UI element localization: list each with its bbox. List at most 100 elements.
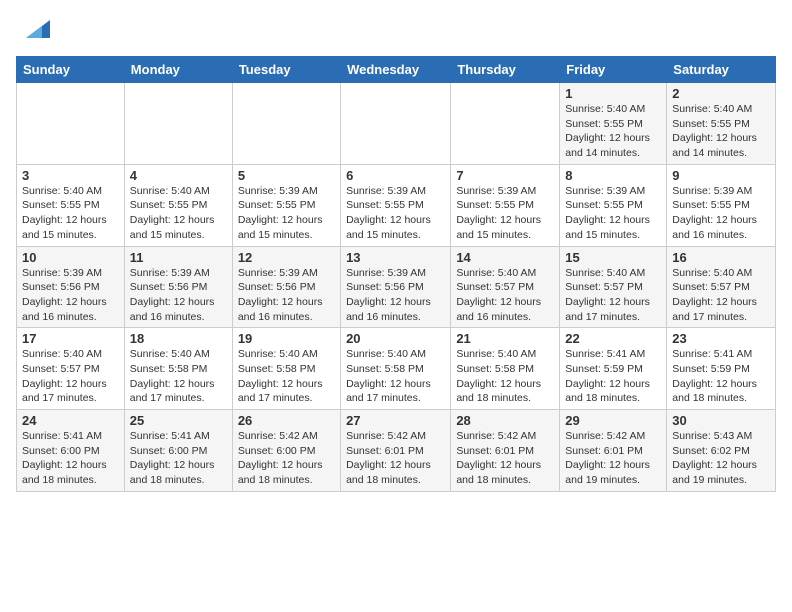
day-number: 29 <box>565 413 661 428</box>
day-cell-1: 1Sunrise: 5:40 AM Sunset: 5:55 PM Daylig… <box>560 83 667 165</box>
weekday-header-wednesday: Wednesday <box>341 57 451 83</box>
day-number: 12 <box>238 250 335 265</box>
day-number: 4 <box>130 168 227 183</box>
weekday-header-saturday: Saturday <box>667 57 776 83</box>
day-info: Sunrise: 5:40 AM Sunset: 5:55 PM Dayligh… <box>22 184 119 243</box>
day-info: Sunrise: 5:39 AM Sunset: 5:56 PM Dayligh… <box>238 266 335 325</box>
day-info: Sunrise: 5:42 AM Sunset: 6:01 PM Dayligh… <box>346 429 445 488</box>
empty-cell <box>451 83 560 165</box>
day-number: 24 <box>22 413 119 428</box>
day-info: Sunrise: 5:40 AM Sunset: 5:58 PM Dayligh… <box>238 347 335 406</box>
day-number: 17 <box>22 331 119 346</box>
day-number: 21 <box>456 331 554 346</box>
header <box>16 16 776 44</box>
empty-cell <box>124 83 232 165</box>
day-number: 11 <box>130 250 227 265</box>
weekday-header-thursday: Thursday <box>451 57 560 83</box>
day-number: 26 <box>238 413 335 428</box>
logo-icon <box>22 16 50 44</box>
empty-cell <box>17 83 125 165</box>
day-cell-29: 29Sunrise: 5:42 AM Sunset: 6:01 PM Dayli… <box>560 410 667 492</box>
day-info: Sunrise: 5:42 AM Sunset: 6:00 PM Dayligh… <box>238 429 335 488</box>
day-info: Sunrise: 5:39 AM Sunset: 5:56 PM Dayligh… <box>130 266 227 325</box>
day-info: Sunrise: 5:40 AM Sunset: 5:55 PM Dayligh… <box>672 102 770 161</box>
day-cell-22: 22Sunrise: 5:41 AM Sunset: 5:59 PM Dayli… <box>560 328 667 410</box>
day-cell-7: 7Sunrise: 5:39 AM Sunset: 5:55 PM Daylig… <box>451 164 560 246</box>
day-cell-20: 20Sunrise: 5:40 AM Sunset: 5:58 PM Dayli… <box>341 328 451 410</box>
day-number: 15 <box>565 250 661 265</box>
day-number: 23 <box>672 331 770 346</box>
day-info: Sunrise: 5:40 AM Sunset: 5:57 PM Dayligh… <box>565 266 661 325</box>
day-cell-6: 6Sunrise: 5:39 AM Sunset: 5:55 PM Daylig… <box>341 164 451 246</box>
day-number: 27 <box>346 413 445 428</box>
day-number: 5 <box>238 168 335 183</box>
week-row-3: 10Sunrise: 5:39 AM Sunset: 5:56 PM Dayli… <box>17 246 776 328</box>
day-info: Sunrise: 5:40 AM Sunset: 5:57 PM Dayligh… <box>672 266 770 325</box>
day-cell-14: 14Sunrise: 5:40 AM Sunset: 5:57 PM Dayli… <box>451 246 560 328</box>
day-info: Sunrise: 5:40 AM Sunset: 5:57 PM Dayligh… <box>456 266 554 325</box>
day-info: Sunrise: 5:41 AM Sunset: 5:59 PM Dayligh… <box>672 347 770 406</box>
day-cell-26: 26Sunrise: 5:42 AM Sunset: 6:00 PM Dayli… <box>232 410 340 492</box>
day-info: Sunrise: 5:42 AM Sunset: 6:01 PM Dayligh… <box>456 429 554 488</box>
day-cell-16: 16Sunrise: 5:40 AM Sunset: 5:57 PM Dayli… <box>667 246 776 328</box>
calendar-table: SundayMondayTuesdayWednesdayThursdayFrid… <box>16 56 776 492</box>
day-number: 25 <box>130 413 227 428</box>
week-row-1: 1Sunrise: 5:40 AM Sunset: 5:55 PM Daylig… <box>17 83 776 165</box>
empty-cell <box>232 83 340 165</box>
day-info: Sunrise: 5:43 AM Sunset: 6:02 PM Dayligh… <box>672 429 770 488</box>
day-info: Sunrise: 5:39 AM Sunset: 5:55 PM Dayligh… <box>346 184 445 243</box>
week-row-5: 24Sunrise: 5:41 AM Sunset: 6:00 PM Dayli… <box>17 410 776 492</box>
day-cell-19: 19Sunrise: 5:40 AM Sunset: 5:58 PM Dayli… <box>232 328 340 410</box>
day-number: 28 <box>456 413 554 428</box>
day-number: 8 <box>565 168 661 183</box>
week-row-2: 3Sunrise: 5:40 AM Sunset: 5:55 PM Daylig… <box>17 164 776 246</box>
day-number: 10 <box>22 250 119 265</box>
day-info: Sunrise: 5:39 AM Sunset: 5:56 PM Dayligh… <box>22 266 119 325</box>
day-info: Sunrise: 5:39 AM Sunset: 5:55 PM Dayligh… <box>456 184 554 243</box>
day-cell-9: 9Sunrise: 5:39 AM Sunset: 5:55 PM Daylig… <box>667 164 776 246</box>
day-number: 20 <box>346 331 445 346</box>
day-info: Sunrise: 5:39 AM Sunset: 5:56 PM Dayligh… <box>346 266 445 325</box>
logo <box>16 16 50 44</box>
day-info: Sunrise: 5:40 AM Sunset: 5:55 PM Dayligh… <box>130 184 227 243</box>
day-number: 9 <box>672 168 770 183</box>
day-cell-11: 11Sunrise: 5:39 AM Sunset: 5:56 PM Dayli… <box>124 246 232 328</box>
day-cell-21: 21Sunrise: 5:40 AM Sunset: 5:58 PM Dayli… <box>451 328 560 410</box>
day-info: Sunrise: 5:40 AM Sunset: 5:58 PM Dayligh… <box>456 347 554 406</box>
day-info: Sunrise: 5:39 AM Sunset: 5:55 PM Dayligh… <box>672 184 770 243</box>
weekday-header-friday: Friday <box>560 57 667 83</box>
day-info: Sunrise: 5:41 AM Sunset: 5:59 PM Dayligh… <box>565 347 661 406</box>
day-cell-30: 30Sunrise: 5:43 AM Sunset: 6:02 PM Dayli… <box>667 410 776 492</box>
day-info: Sunrise: 5:40 AM Sunset: 5:57 PM Dayligh… <box>22 347 119 406</box>
day-cell-28: 28Sunrise: 5:42 AM Sunset: 6:01 PM Dayli… <box>451 410 560 492</box>
day-number: 2 <box>672 86 770 101</box>
day-info: Sunrise: 5:41 AM Sunset: 6:00 PM Dayligh… <box>130 429 227 488</box>
day-info: Sunrise: 5:41 AM Sunset: 6:00 PM Dayligh… <box>22 429 119 488</box>
day-cell-23: 23Sunrise: 5:41 AM Sunset: 5:59 PM Dayli… <box>667 328 776 410</box>
day-info: Sunrise: 5:39 AM Sunset: 5:55 PM Dayligh… <box>238 184 335 243</box>
day-cell-24: 24Sunrise: 5:41 AM Sunset: 6:00 PM Dayli… <box>17 410 125 492</box>
weekday-header-row: SundayMondayTuesdayWednesdayThursdayFrid… <box>17 57 776 83</box>
page: SundayMondayTuesdayWednesdayThursdayFrid… <box>0 0 792 500</box>
day-cell-4: 4Sunrise: 5:40 AM Sunset: 5:55 PM Daylig… <box>124 164 232 246</box>
day-number: 14 <box>456 250 554 265</box>
day-number: 30 <box>672 413 770 428</box>
day-number: 3 <box>22 168 119 183</box>
day-info: Sunrise: 5:42 AM Sunset: 6:01 PM Dayligh… <box>565 429 661 488</box>
day-cell-18: 18Sunrise: 5:40 AM Sunset: 5:58 PM Dayli… <box>124 328 232 410</box>
day-cell-25: 25Sunrise: 5:41 AM Sunset: 6:00 PM Dayli… <box>124 410 232 492</box>
weekday-header-monday: Monday <box>124 57 232 83</box>
day-cell-3: 3Sunrise: 5:40 AM Sunset: 5:55 PM Daylig… <box>17 164 125 246</box>
day-cell-8: 8Sunrise: 5:39 AM Sunset: 5:55 PM Daylig… <box>560 164 667 246</box>
empty-cell <box>341 83 451 165</box>
day-number: 1 <box>565 86 661 101</box>
day-info: Sunrise: 5:40 AM Sunset: 5:55 PM Dayligh… <box>565 102 661 161</box>
day-number: 19 <box>238 331 335 346</box>
day-cell-27: 27Sunrise: 5:42 AM Sunset: 6:01 PM Dayli… <box>341 410 451 492</box>
day-cell-17: 17Sunrise: 5:40 AM Sunset: 5:57 PM Dayli… <box>17 328 125 410</box>
day-number: 18 <box>130 331 227 346</box>
weekday-header-tuesday: Tuesday <box>232 57 340 83</box>
week-row-4: 17Sunrise: 5:40 AM Sunset: 5:57 PM Dayli… <box>17 328 776 410</box>
day-cell-5: 5Sunrise: 5:39 AM Sunset: 5:55 PM Daylig… <box>232 164 340 246</box>
day-info: Sunrise: 5:40 AM Sunset: 5:58 PM Dayligh… <box>130 347 227 406</box>
